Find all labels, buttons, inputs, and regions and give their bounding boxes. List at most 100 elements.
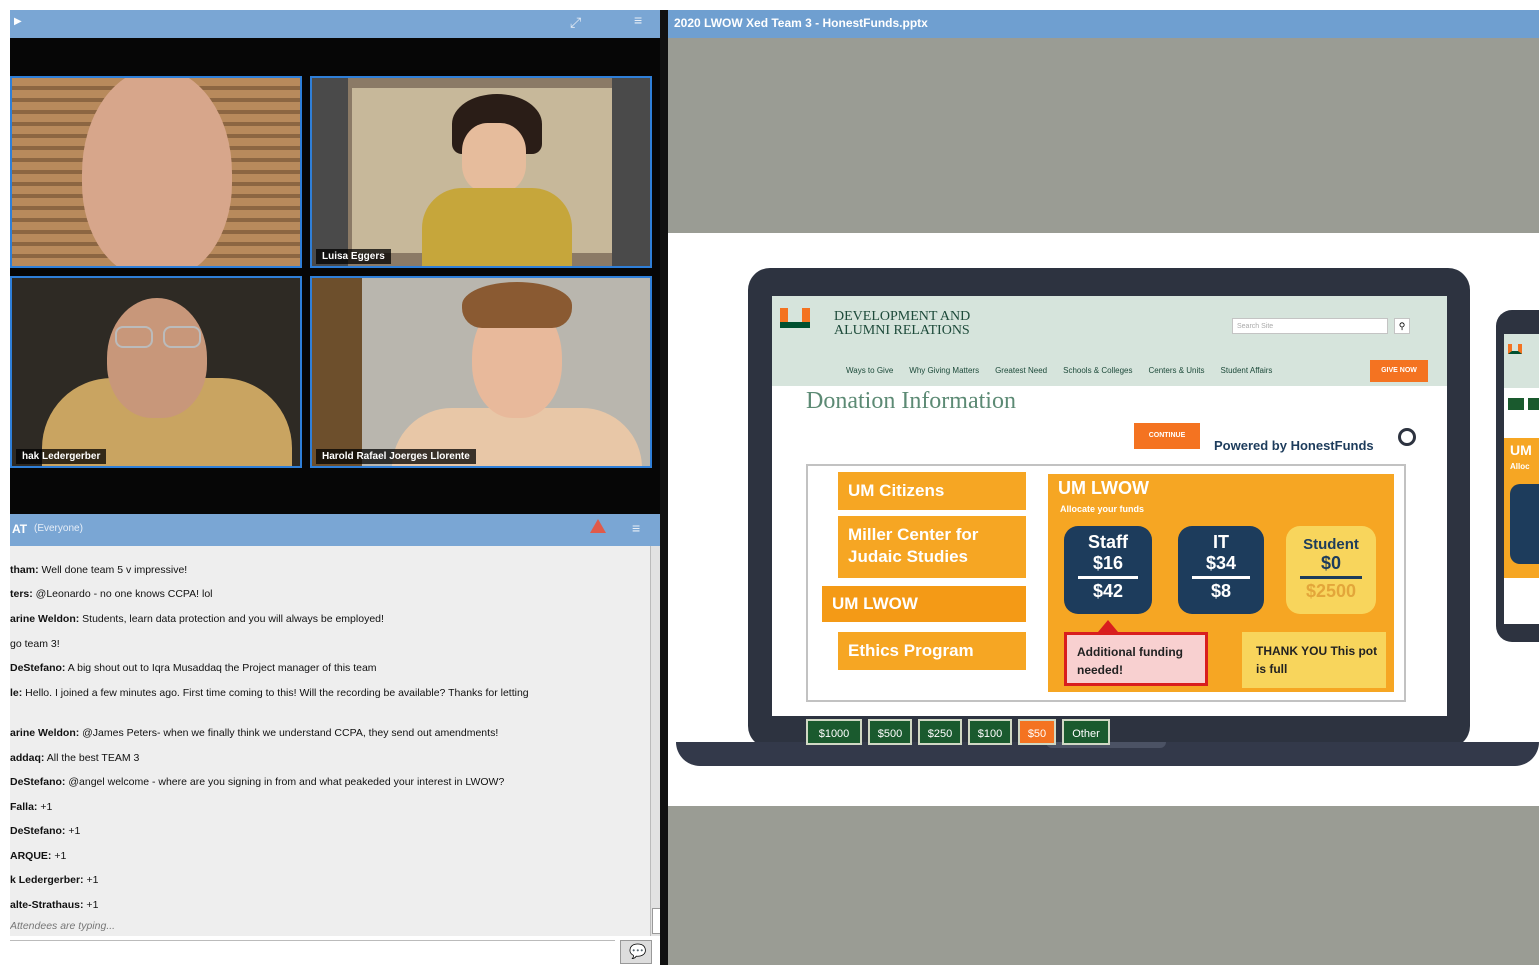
chat-text: go team 3! <box>10 638 60 650</box>
send-message-button[interactable]: 💬 <box>620 940 652 964</box>
um-logo-icon <box>780 308 810 330</box>
video-pod-header: ▶ ⤢ ≡ <box>10 10 660 38</box>
video-tile-4[interactable]: Harold Rafael Joerges Llorente <box>310 276 652 468</box>
give-now-button[interactable]: GIVE NOW <box>1370 360 1428 382</box>
site-nav-item[interactable]: Schools & Colleges <box>1063 366 1132 375</box>
chat-text: @Leonardo - no one knows CCPA! lol <box>32 588 213 600</box>
chat-menu-icon[interactable]: ≡ <box>632 520 640 536</box>
continue-button[interactable]: CONTINUE <box>1134 423 1200 449</box>
panel-divider[interactable] <box>660 10 668 965</box>
amount-button[interactable]: $250 <box>918 719 962 745</box>
chat-message: ARQUE: +1 <box>10 850 66 862</box>
chat-sender: DeStefano: <box>10 776 66 788</box>
video-tile-1[interactable] <box>10 76 302 268</box>
search-icon[interactable]: ⚲ <box>1394 318 1410 334</box>
presentation-title: 2020 LWOW Xed Team 3 - HonestFunds.pptx <box>674 16 928 30</box>
pot-staff[interactable]: Staff $16 $42 <box>1064 526 1152 614</box>
speech-bubble-icon: 💬 <box>629 943 647 959</box>
chat-sender: arine Weldon: <box>10 613 80 625</box>
video-grid: Luisa Eggers hak Ledergerber Harold Rafa… <box>10 38 660 514</box>
panel-title: UM LWOW <box>1058 478 1149 498</box>
participant-name: hak Ledergerber <box>16 449 107 464</box>
site-nav-item[interactable]: Student Affairs <box>1221 366 1273 375</box>
site-nav-item[interactable]: Ways to Give <box>846 366 893 375</box>
chat-message: DeStefano: +1 <box>10 825 80 837</box>
warning-icon[interactable] <box>590 519 606 533</box>
video-tile-3[interactable]: hak Ledergerber <box>10 276 302 468</box>
hair <box>462 282 572 328</box>
chat-sender: tham: <box>10 564 39 576</box>
chat-text: +1 <box>51 850 67 862</box>
chat-message: DeStefano: A big shout out to Iqra Musad… <box>10 662 377 674</box>
chat-sender: le: <box>10 687 23 699</box>
chat-message: le: Hello. I joined a few minutes ago. F… <box>10 687 529 699</box>
chat-text: @James Peters- when we finally think we … <box>79 727 499 739</box>
pot-it[interactable]: IT $34 $8 <box>1178 526 1264 614</box>
callout-pointer <box>1098 620 1118 632</box>
chat-sender: Falla: <box>10 801 38 813</box>
chat-sender: arine Weldon: <box>10 727 80 739</box>
amount-button[interactable]: $500 <box>868 719 912 745</box>
pot-student[interactable]: Student $0 $2500 <box>1286 526 1376 614</box>
fullscreen-icon[interactable]: ⤢ <box>570 14 581 31</box>
door-background <box>312 278 362 466</box>
pot-full-note: THANK YOU This pot is full <box>1242 632 1386 688</box>
funding-needed-note: Additional funding needed! <box>1064 632 1208 686</box>
amount-button[interactable]: $1000 <box>806 719 862 745</box>
participant-face <box>82 78 232 266</box>
chat-input[interactable] <box>10 940 615 966</box>
site-nav: Ways to Give Why Giving Matters Greatest N… <box>846 366 1288 375</box>
amount-button[interactable]: $100 <box>968 719 1012 745</box>
chat-message: Falla: +1 <box>10 801 52 813</box>
chat-text: All the best TEAM 3 <box>44 752 140 764</box>
laptop-screen: DEVELOPMENT AND ALUMNI RELATIONS Search … <box>772 296 1447 745</box>
laptop-base <box>676 742 1539 766</box>
powered-by-label: Powered by HonestFunds <box>1214 438 1374 453</box>
participant-face <box>107 298 207 418</box>
amount-button[interactable]: Other <box>1062 719 1110 745</box>
phone-mockup: UM Alloc <box>1496 310 1539 642</box>
site-search-input[interactable]: Search Site <box>1232 318 1388 334</box>
org-name: DEVELOPMENT AND ALUMNI RELATIONS <box>834 309 971 338</box>
phone-panel-subtitle: Alloc <box>1510 462 1530 471</box>
org-um-lwow[interactable]: UM LWOW <box>822 586 1026 622</box>
phone-panel-title: UM <box>1510 442 1532 458</box>
chat-message: alte-Strathaus: +1 <box>10 899 98 911</box>
chat-message: arine Weldon: @James Peters- when we fin… <box>10 727 498 739</box>
chat-text: +1 <box>83 874 99 886</box>
phone-screen: UM Alloc <box>1504 334 1539 624</box>
typing-indicator: Attendees are typing... <box>10 920 116 932</box>
video-tile-2[interactable]: Luisa Eggers <box>310 76 652 268</box>
yellow-sweater <box>422 188 572 266</box>
donation-heading: Donation Information <box>806 388 1016 414</box>
org-miller-center[interactable]: Miller Center for Judaic Studies <box>838 516 1026 578</box>
chat-sender: DeStefano: <box>10 662 66 674</box>
chat-text: +1 <box>65 825 81 837</box>
site-nav-item[interactable]: Greatest Need <box>995 366 1047 375</box>
chat-text: Students, learn data protection and you … <box>79 613 384 625</box>
chat-message: arine Weldon: Students, learn data prote… <box>10 613 384 625</box>
chat-message: addaq: All the best TEAM 3 <box>10 752 139 764</box>
participant-name: Luisa Eggers <box>316 249 391 264</box>
glasses-icon <box>107 326 207 348</box>
chat-scope[interactable]: (Everyone) <box>34 523 83 534</box>
audio-icon[interactable]: ▶ <box>14 16 22 27</box>
chat-message: k Ledergerber: +1 <box>10 874 98 886</box>
site-nav-item[interactable]: Centers & Units <box>1148 366 1204 375</box>
chat-sender: addaq: <box>10 752 45 764</box>
amount-button[interactable]: $50 <box>1018 719 1056 745</box>
chat-sender: ters: <box>10 588 33 600</box>
chat-text: Hello. I joined a few minutes ago. First… <box>22 687 529 699</box>
share-pod-header: 2020 LWOW Xed Team 3 - HonestFunds.pptx <box>668 10 1539 38</box>
org-um-citizens[interactable]: UM Citizens <box>838 472 1026 510</box>
chat-sender: k Ledergerber: <box>10 874 84 886</box>
pod-menu-icon[interactable]: ≡ <box>634 12 642 28</box>
chat-text: +1 <box>37 801 53 813</box>
site-nav-item[interactable]: Why Giving Matters <box>909 366 979 375</box>
chat-text: A big shout out to Iqra Musaddaq the Pro… <box>65 662 377 674</box>
honestfunds-logo-icon <box>1398 428 1416 446</box>
org-ethics-program[interactable]: Ethics Program <box>838 632 1026 670</box>
chat-text: +1 <box>83 899 99 911</box>
chat-message: DeStefano: @angel welcome - where are yo… <box>10 776 504 788</box>
chat-title: AT <box>12 522 28 536</box>
